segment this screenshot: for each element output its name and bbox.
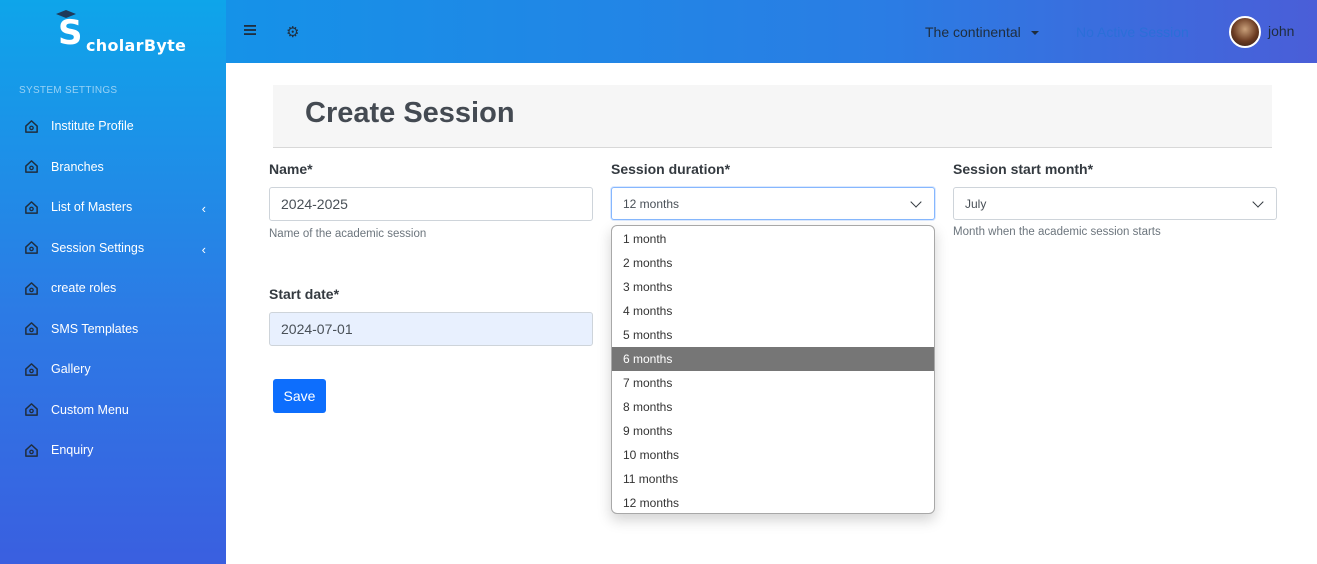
sidebar-item-label: Gallery (51, 362, 91, 377)
duration-label: Session duration* (611, 161, 731, 177)
home-icon (25, 119, 38, 133)
active-session-link[interactable]: No Active Session (1076, 24, 1189, 40)
sidebar-item-label: SMS Templates (51, 321, 139, 336)
duration-option[interactable]: 1 month (612, 227, 934, 251)
sidebar-item-label: Session Settings (51, 240, 145, 255)
caret-down-icon (1030, 31, 1039, 36)
home-icon (25, 443, 38, 457)
start-month-value: July (965, 196, 987, 211)
page-header: Create Session (273, 85, 1272, 148)
duration-value: 12 months (623, 196, 680, 211)
sidebar-item-label: Branches (51, 159, 104, 174)
brand-logo[interactable]: S cholarByte (0, 0, 226, 63)
page-title: Create Session (305, 97, 515, 129)
start-month-help: Month when the academic session starts (953, 226, 1161, 238)
start-month-label: Session start month* (953, 161, 1094, 177)
home-icon (25, 322, 38, 336)
home-icon (25, 160, 38, 174)
sidebar-nav: Institute Profile Branches List of Masters… (0, 106, 226, 471)
duration-dropdown-list: 1 month 2 months 3 months 4 months 5 months 6… (611, 225, 935, 514)
sidebar-item-custom-menu[interactable]: Custom Menu (0, 390, 226, 431)
top-bar: ⚙ The continental No Active Session john (226, 0, 1317, 63)
sidebar-item-gallery[interactable]: Gallery (0, 349, 226, 390)
sidebar-item-institute-profile[interactable]: Institute Profile (0, 106, 226, 147)
start-date-input[interactable]: 2024-07-01 (269, 312, 593, 346)
start-month-select[interactable]: July (953, 187, 1277, 220)
username[interactable]: john (1268, 23, 1294, 39)
sidebar: S cholarByte SYSTEM SETTINGS Institute P… (0, 0, 226, 564)
duration-option[interactable]: 10 months (612, 443, 934, 467)
sidebar-item-label: Custom Menu (51, 402, 129, 417)
home-icon (25, 200, 38, 214)
duration-option[interactable]: 9 months (612, 419, 934, 443)
chevron-left-icon: ‹ (201, 201, 206, 216)
sidebar-item-list-of-masters[interactable]: List of Masters ‹ (0, 187, 226, 228)
sidebar-item-label: List of Masters (51, 200, 133, 215)
home-icon (25, 403, 38, 417)
duration-option[interactable]: 8 months (612, 395, 934, 419)
sidebar-section-label: SYSTEM SETTINGS (19, 85, 118, 96)
save-button[interactable]: Save (273, 379, 326, 413)
sidebar-item-branches[interactable]: Branches (0, 147, 226, 188)
duration-option[interactable]: 5 months (612, 323, 934, 347)
hamburger-menu-icon[interactable] (244, 24, 256, 36)
duration-option[interactable]: 7 months (612, 371, 934, 395)
duration-option[interactable]: 2 months (612, 251, 934, 275)
chevron-left-icon: ‹ (201, 241, 206, 257)
branch-selector[interactable]: The continental (925, 24, 1039, 40)
logo-letter: S (58, 13, 83, 53)
logo-text: cholarByte (86, 36, 187, 55)
name-input[interactable]: 2024-2025 (269, 187, 593, 221)
sidebar-item-sms-templates[interactable]: SMS Templates (0, 309, 226, 350)
home-icon (25, 241, 38, 255)
branch-name: The continental (925, 24, 1021, 40)
home-icon (25, 281, 38, 295)
name-label: Name* (269, 161, 313, 177)
duration-option[interactable]: 3 months (612, 275, 934, 299)
sidebar-item-enquiry[interactable]: Enquiry (0, 430, 226, 471)
avatar[interactable] (1229, 16, 1261, 48)
home-icon (25, 362, 38, 376)
sidebar-item-label: create roles (51, 281, 117, 296)
start-date-label: Start date* (269, 286, 340, 302)
name-help: Name of the academic session (269, 228, 427, 240)
sidebar-item-label: Enquiry (51, 443, 94, 458)
duration-option[interactable]: 6 months (612, 347, 934, 371)
duration-option[interactable]: 11 months (612, 467, 934, 491)
chevron-down-icon (1252, 196, 1264, 208)
duration-option[interactable]: 12 months (612, 491, 934, 513)
sidebar-item-session-settings[interactable]: Session Settings ‹ (0, 228, 226, 269)
duration-select[interactable]: 12 months (611, 187, 935, 220)
duration-option[interactable]: 4 months (612, 299, 934, 323)
gears-icon[interactable]: ⚙ (286, 23, 299, 41)
sidebar-item-label: Institute Profile (51, 119, 134, 134)
chevron-down-icon (910, 196, 922, 208)
sidebar-item-create-roles[interactable]: create roles (0, 268, 226, 309)
